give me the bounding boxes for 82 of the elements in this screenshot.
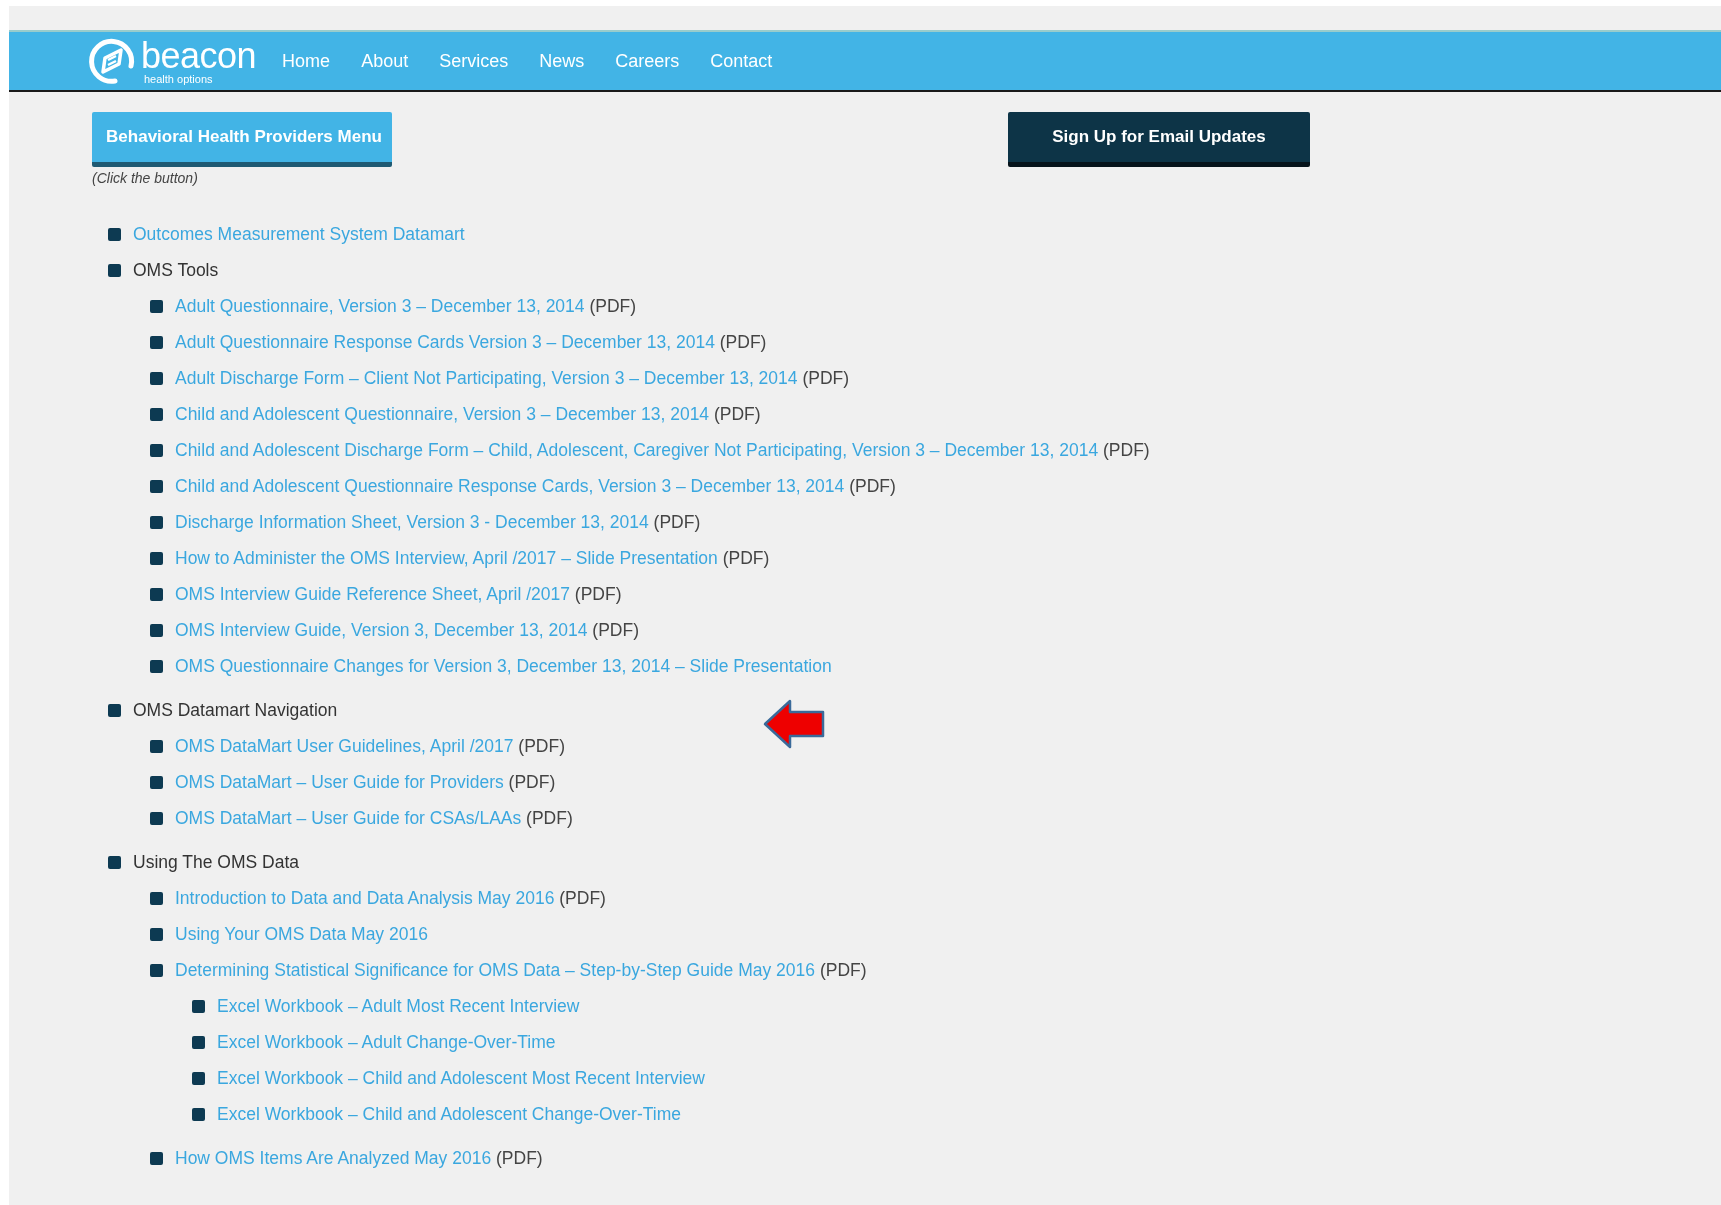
file-type-label: (PDF) (819, 959, 867, 980)
bullet-icon (150, 927, 163, 941)
file-type-label: (PDF) (719, 331, 767, 352)
bullet-icon (108, 703, 121, 717)
bullet-icon (108, 227, 121, 241)
document-link[interactable]: Child and Adolescent Questionnaire, Version 3 – December 13, 2014 (175, 403, 710, 424)
nav-link[interactable]: About (361, 50, 409, 72)
document-link[interactable]: Discharge Information Sheet, Version 3 - December 13, 2014 (175, 511, 649, 532)
bullet-icon (150, 407, 163, 421)
beacon-logo-icon (87, 36, 137, 86)
bullet-icon (108, 855, 121, 869)
document-link[interactable]: How to Administer the OMS Interview, April /2017 – Slide Presentation (175, 547, 718, 568)
document-link[interactable]: OMS DataMart User Guidelines, April /2017 (175, 735, 514, 756)
document-link[interactable]: Using Your OMS Data May 2016 (175, 923, 428, 944)
document-link[interactable]: Introduction to Data and Data Analysis May 2016 (175, 887, 555, 908)
bullet-icon (150, 587, 163, 601)
document-link[interactable]: Outcomes Measurement System Datamart (133, 223, 465, 244)
document-link[interactable]: OMS Interview Guide Reference Sheet, April /2017 (175, 583, 570, 604)
email-signup-button[interactable]: Sign Up for Email Updates (1008, 112, 1310, 167)
document-link[interactable]: Determining Statistical Significance for OMS Data – Step-by-Step Guide May 2016 (175, 959, 816, 980)
section-heading: OMS Datamart Navigation (133, 699, 338, 720)
document-link[interactable]: OMS DataMart – User Guide for Providers (175, 771, 504, 792)
file-type-label: (PDF) (589, 295, 637, 316)
file-type-label: (PDF) (496, 1147, 543, 1168)
nav-link[interactable]: Home (282, 50, 331, 72)
bullet-icon (150, 443, 163, 457)
bullet-icon (192, 1107, 205, 1121)
file-type-label: (PDF) (713, 403, 761, 424)
bullet-icon (150, 299, 163, 313)
document-link[interactable]: Child and Adolescent Discharge Form – Child, Adolescent, Caregiver Not Participating, Version 3 – December 13, 2014 (175, 439, 1099, 460)
bullet-icon (150, 775, 163, 789)
file-type-label: (PDF) (574, 583, 622, 604)
nav-link[interactable]: News (539, 50, 585, 72)
file-type-label: (PDF) (518, 735, 565, 756)
logo-wordmark: beacon (141, 37, 257, 74)
file-type-label: (PDF) (802, 367, 850, 388)
file-type-label: (PDF) (1103, 439, 1150, 460)
bullet-icon (150, 963, 163, 977)
logo[interactable]: beacon health options (87, 36, 257, 86)
bullet-icon (150, 659, 163, 673)
document-link[interactable]: OMS DataMart – User Guide for CSAs/LAAs (175, 807, 522, 828)
document-link[interactable]: Adult Discharge Form – Client Not Participating, Version 3 – December 13, 2014 (175, 367, 798, 388)
bullet-icon (192, 999, 205, 1013)
document-link[interactable]: OMS Questionnaire Changes for Version 3, December 13, 2014 – Slide Presentation (175, 655, 832, 676)
bullet-icon (150, 891, 163, 905)
providers-menu-button[interactable]: Behavioral Health Providers Menu (92, 112, 392, 167)
bullet-icon (150, 623, 163, 637)
file-type-label: (PDF) (653, 511, 701, 532)
file-type-label: (PDF) (592, 619, 639, 640)
file-type-label: (PDF) (849, 475, 896, 496)
section-heading: Using The OMS Data (133, 851, 299, 872)
bullet-icon (150, 515, 163, 529)
bullet-icon (150, 371, 163, 385)
bullet-icon (150, 551, 163, 565)
bullet-icon (150, 335, 163, 349)
bullet-icon (150, 1151, 163, 1165)
file-type-label: (PDF) (559, 887, 606, 908)
section-heading: OMS Tools (133, 259, 219, 280)
document-link[interactable]: Excel Workbook – Child and Adolescent Most Recent Interview (217, 1067, 705, 1088)
file-type-label: (PDF) (526, 807, 573, 828)
document-link[interactable]: Adult Questionnaire Response Cards Version 3 – December 13, 2014 (175, 331, 715, 352)
document-link[interactable]: Child and Adolescent Questionnaire Response Cards, Version 3 – December 13, 2014 (175, 475, 845, 496)
document-link[interactable]: Excel Workbook – Adult Most Recent Interview (217, 995, 580, 1016)
document-link[interactable]: Excel Workbook – Child and Adolescent Change-Over-Time (217, 1103, 681, 1124)
nav-link[interactable]: Contact (710, 50, 773, 72)
document-link[interactable]: How OMS Items Are Analyzed May 2016 (175, 1147, 492, 1168)
pointer-arrow (762, 698, 826, 750)
bullet-icon (192, 1071, 205, 1085)
document-link[interactable]: Excel Workbook – Adult Change-Over-Time (217, 1031, 556, 1052)
bullet-icon (150, 479, 163, 493)
bullet-icon (192, 1035, 205, 1049)
nav-link[interactable]: Services (439, 50, 509, 72)
button-hint: (Click the button) (92, 170, 198, 186)
document-link[interactable]: OMS Interview Guide, Version 3, December 13, 2014 (175, 619, 588, 640)
bullet-icon (108, 263, 121, 277)
document-link[interactable]: Adult Questionnaire, Version 3 – December 13, 2014 (175, 295, 585, 316)
file-type-label: (PDF) (508, 771, 556, 792)
nav-link[interactable]: Careers (615, 50, 680, 72)
file-type-label: (PDF) (722, 547, 770, 568)
bullet-icon (150, 739, 163, 753)
bullet-icon (150, 811, 163, 825)
logo-tagline: health options (144, 73, 214, 85)
